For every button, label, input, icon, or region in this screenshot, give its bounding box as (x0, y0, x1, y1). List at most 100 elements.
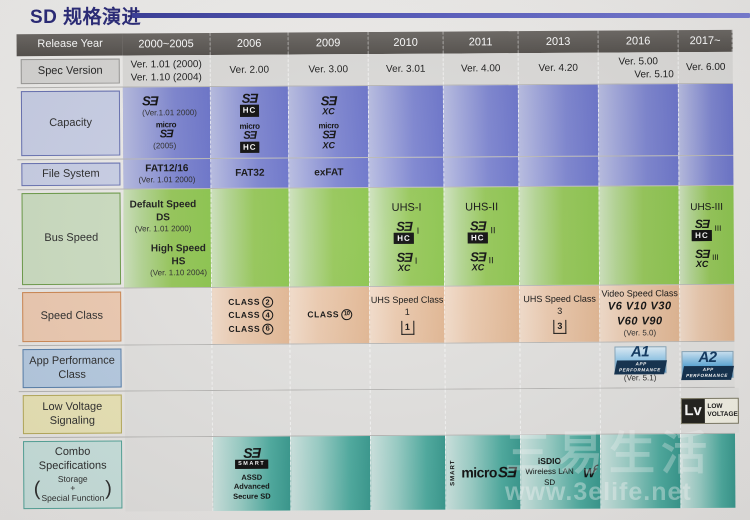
microsd-logo-icon: micro SƎ (155, 120, 177, 141)
col-header-2017: 2017~ (678, 29, 733, 53)
assd-logo-icon: SƎ SMART (235, 445, 269, 469)
lowvolt-cell-2010 (370, 389, 446, 436)
capacity-cell-2013 (518, 84, 600, 157)
speedclass-cell-2013: UHS Speed Class 3 3 (520, 285, 601, 343)
spec-cell-2000-2005: Ver. 1.01 (2000) Ver. 1.10 (2004) (122, 55, 211, 87)
low-voltage-label-line2: Signaling (49, 414, 96, 427)
speedclass-cell-2000-2005 (124, 288, 213, 345)
row-app-performance-class: App Performance Class A1 APP PERFORMANCE… (18, 341, 735, 393)
sdxc-uhs1-logo-icon: SƎ XC I (396, 249, 418, 273)
class-badge-6: CLASS 6 (228, 323, 274, 335)
spec-cell-2017: Ver. 6.00 (678, 51, 733, 84)
combo-cell-2011: SMART micro SƎ (445, 435, 522, 510)
col-header-2000-2005: 2000~2005 (122, 33, 211, 56)
bus-cell-2016 (599, 186, 681, 285)
appperf-cell-2009 (290, 344, 371, 390)
spec-cell-2016: Ver. 5.00 Ver. 5.10 (598, 52, 679, 84)
sdhc-logo-icon: SƎ HC (239, 91, 260, 117)
header-release-year: Release Year (16, 33, 123, 57)
combo-cell-2009 (290, 436, 372, 511)
appperf-cell-2013 (520, 342, 601, 389)
capacity-note-microsd: (2005) (153, 141, 177, 151)
spec-cell-2011: Ver. 4.00 (443, 53, 519, 85)
bus-cell-2013 (519, 186, 601, 286)
rowlabel-spec-version: Spec Version (17, 56, 123, 88)
combo-special-function-text: Special Function (41, 492, 105, 504)
row-low-voltage-signaling: Low Voltage Signaling Lv LOW VOLTAGE (18, 387, 739, 439)
title-bar: SD 规格演进 (0, 0, 750, 30)
col-header-2016: 2016 (598, 30, 679, 53)
isdio-logo-icon: iSDIO Wireless LAN SD W (521, 456, 600, 488)
lowvolt-cell-2017: Lv LOW VOLTAGE (680, 387, 739, 434)
row-bus-speed: Bus Speed Default Speed DS (Ver. 1.01 20… (17, 185, 735, 290)
bus-cell-2017: UHS-III SƎ HC III SƎ XC III (679, 185, 735, 285)
assd-name2: Advanced (233, 481, 270, 492)
fs-cell-2010 (369, 157, 445, 188)
a2-badge-text: A2 (698, 348, 717, 366)
video-speed-class-title: Video Speed Class (601, 287, 678, 299)
spec-cell-2006: Ver. 2.00 (210, 54, 289, 87)
spec-version-line1: Ver. 3.00 (308, 64, 349, 76)
col-header-2011: 2011 (443, 31, 519, 54)
rowlabel-bus-speed: Bus Speed (17, 190, 124, 289)
bus-cell-2010: UHS-I SƎ HC I SƎ XC I (369, 187, 446, 287)
app-perf-label-line2: Class (58, 368, 86, 381)
a1-badge-sub: APP PERFORMANCE (613, 360, 667, 375)
slide-root: SD 规格演进 Release Year 2000~2005 2006 2009… (0, 0, 750, 520)
low-voltage-badge-icon: Lv LOW VOLTAGE (680, 397, 739, 424)
rowlabel-speed-class: Speed Class (18, 289, 124, 346)
col-header-2010: 2010 (368, 31, 444, 55)
uhs-speed-class-3-badge: 3 (553, 320, 567, 335)
bus-default-speed-note: (Ver. 1.01 2000) (134, 223, 192, 234)
app-perf-label-line1: App Performance (29, 354, 115, 367)
spec-version-line1: Ver. 4.20 (538, 62, 579, 75)
col-header-2013: 2013 (518, 30, 599, 54)
col-header-2006: 2006 (210, 32, 289, 56)
spec-version-line2: Ver. 1.10 (2004) (130, 71, 202, 83)
assd-name1: ASSD (241, 472, 263, 482)
combo-cell-2016 (600, 434, 682, 509)
row-spec-version: Spec Version Ver. 1.01 (2000) Ver. 1.10 … (16, 51, 733, 89)
spec-version-line1: Ver. 5.00 (618, 55, 658, 68)
fs-cell-2013 (519, 156, 600, 187)
microsdxc-logo-icon: micro SƎ XC (318, 120, 339, 150)
uhs3-numeral-1: III (714, 224, 722, 234)
fs-cell-2011 (444, 157, 520, 187)
capacity-cell-2000-2005: SƎ (Ver.1.01 2000) micro SƎ (2005) (122, 87, 212, 159)
spec-version-line1: Ver. 1.01 (2000) (130, 58, 202, 70)
video-speed-class-note: (Ver. 5.0) (623, 328, 657, 338)
fs-note: (Ver. 1.01 2000) (138, 174, 196, 185)
capacity-note-sd: (Ver.1.01 2000) (142, 107, 197, 118)
uhs-2-title: UHS-II (465, 201, 499, 214)
microsd-smart-vertical-text: SMART (450, 459, 457, 486)
speedclass-cell-2011 (445, 286, 521, 343)
lowvolt-cell-2000-2005 (124, 390, 213, 437)
wireless-icon: W (583, 464, 599, 480)
fs-cell-2009: exFAT (289, 158, 370, 188)
class-badge-10: CLASS 10 (307, 309, 353, 321)
fs-cell-2000-2005: FAT12/16 (Ver. 1.01 2000) (123, 159, 212, 189)
combo-cell-2013: iSDIO Wireless LAN SD W (520, 434, 602, 510)
isdio-description: Wireless LAN SD (525, 466, 574, 487)
col-header-2009: 2009 (288, 32, 369, 55)
a1-note: (Ver. 5.1) (623, 373, 657, 383)
spec-cell-2009: Ver. 3.00 (288, 54, 369, 86)
class-badge-4: CLASS 4 (228, 310, 274, 322)
rowlabel-app-performance-class: App Performance Class (18, 346, 124, 392)
capacity-cell-2017 (678, 83, 734, 156)
isdio-name: iSDIO (537, 455, 562, 467)
uhs-3-title: UHS-III (690, 201, 724, 213)
uhs-speed-class-1-badge: 1 (400, 320, 414, 336)
fs-cell-2006: FAT32 (211, 158, 290, 189)
bus-high-speed-name: High Speed (150, 243, 206, 255)
lowvolt-cell-2009 (290, 390, 371, 436)
uhs1-numeral-2: I (414, 255, 418, 266)
bus-cell-2009 (289, 188, 371, 287)
fs-value: FAT12/16 (145, 162, 189, 175)
combo-cell-2017 (680, 433, 736, 509)
bus-default-speed-abbr: DS (156, 211, 170, 223)
appperf-cell-2011 (445, 343, 521, 389)
appperf-cell-2016: A1 APP PERFORMANCE (Ver. 5.1) (600, 342, 681, 388)
combo-cell-2000-2005 (125, 436, 214, 512)
rowlabel-low-voltage-signaling: Low Voltage Signaling (19, 392, 125, 438)
